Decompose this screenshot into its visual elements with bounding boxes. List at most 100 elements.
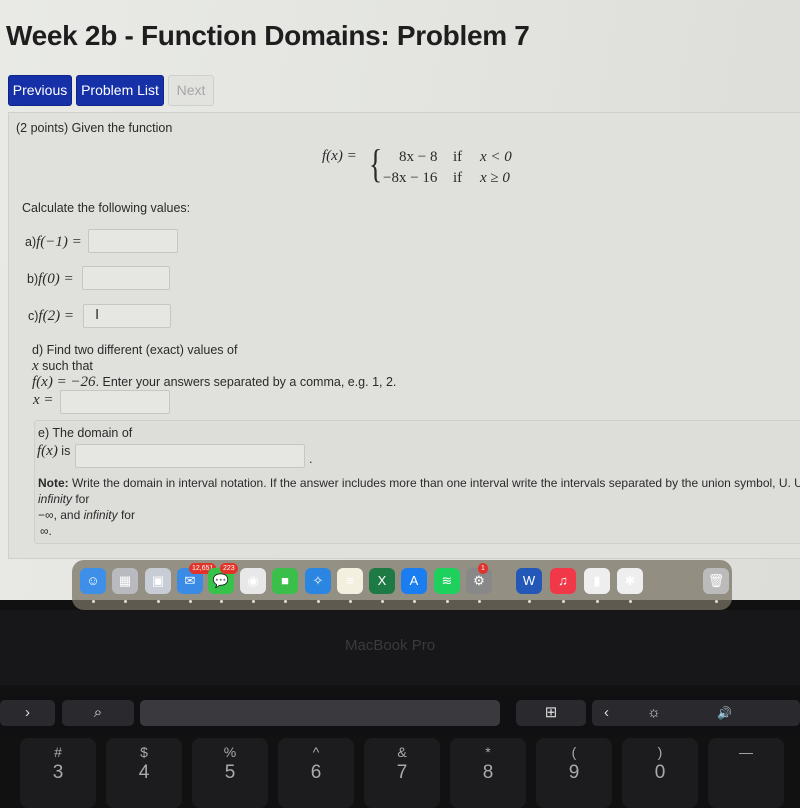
key-6[interactable]: ^ 6 <box>278 738 354 808</box>
dock-app-word[interactable]: W <box>516 568 542 594</box>
next-button[interactable]: Next <box>168 75 214 106</box>
key-0[interactable]: ) 0 <box>622 738 698 808</box>
dock-app-app-store[interactable]: A <box>401 568 427 594</box>
volume-icon[interactable]: 🔊 <box>717 700 732 726</box>
dock-running-indicator <box>446 600 449 603</box>
part-d-line2-text: such that <box>38 359 93 373</box>
touchbar-tab-previews[interactable] <box>140 700 500 726</box>
key-bottom-label: 3 <box>52 762 64 783</box>
dock-badge-system-preferences: 1 <box>478 563 488 574</box>
browser-page: Week 2b - Function Domains: Problem 7 Pr… <box>0 0 800 600</box>
dock-running-indicator <box>381 600 384 603</box>
part-b-math: f(0) = <box>38 271 74 287</box>
dock-app-trash[interactable]: 🗑 <box>703 568 729 594</box>
problem-intro: (2 points) Given the function <box>16 121 173 135</box>
note-line2: infinity for <box>38 492 89 506</box>
dock-app-notes[interactable]: ≡ <box>337 568 363 594</box>
part-d-line2: x such that <box>32 358 93 375</box>
dock-app-facetime[interactable]: ■ <box>272 568 298 594</box>
dock-badge-messages: 223 <box>220 563 238 574</box>
part-c-label: c)f(2) = <box>28 308 74 325</box>
part-b-input[interactable] <box>82 266 170 290</box>
case-2-expr: −8x − 16 <box>383 170 438 186</box>
key-bottom-label: 4 <box>138 762 150 783</box>
dock-running-indicator <box>562 600 565 603</box>
calc-prompt: Calculate the following values: <box>22 201 191 215</box>
case-2-if: if <box>453 170 463 186</box>
problem-list-button[interactable]: Problem List <box>76 75 164 106</box>
key-top-label: ( <box>571 744 577 760</box>
case-1-expr: 8x − 8 <box>399 149 438 165</box>
dock-running-indicator <box>596 600 599 603</box>
key-bottom-label: 8 <box>482 762 494 783</box>
laptop-brand: MacBook Pro <box>345 637 436 654</box>
part-c-prefix: c) <box>28 309 39 323</box>
key-7[interactable]: & 7 <box>364 738 440 808</box>
key-bottom-label: 5 <box>224 762 236 783</box>
part-d-label: x = <box>33 392 54 408</box>
part-c-input[interactable]: I <box>83 304 171 328</box>
collapse-icon[interactable]: ‹ <box>604 700 609 726</box>
key-4[interactable]: $4 <box>106 738 182 808</box>
key-bottom-label: 7 <box>396 762 408 783</box>
part-d-instruction: . Enter your answers separated by a comm… <box>95 375 397 389</box>
touchbar-search-button[interactable]: ⌕ <box>62 700 134 726</box>
part-a-prefix: a) <box>25 235 37 249</box>
touchbar-new-tab-button[interactable]: ⊞ <box>516 700 586 726</box>
dock-running-indicator <box>157 600 160 603</box>
key-bottom-label: 0 <box>654 762 666 783</box>
key-minus[interactable]: — <box>708 738 784 808</box>
dock-running-indicator <box>349 600 352 603</box>
part-e-line1: e) The domain of <box>38 426 133 440</box>
dock-running-indicator <box>252 600 255 603</box>
dock-app-safari[interactable]: ✧ <box>305 568 331 594</box>
key-8[interactable]: * 8 <box>450 738 526 808</box>
dock-app-preview[interactable]: ▣ <box>145 568 171 594</box>
neg-infinity-symbol: −∞ <box>38 508 54 522</box>
dock-app-finder[interactable]: ☺ <box>80 568 106 594</box>
part-d-line1: d) Find two different (exact) values of <box>32 343 238 357</box>
note-and: , and <box>53 508 84 522</box>
key-top-label: ^ <box>312 744 320 760</box>
part-a-label: a)f(−1) = <box>25 234 82 251</box>
dock-running-indicator <box>413 600 416 603</box>
note-for-2: for <box>117 508 135 522</box>
key-5[interactable]: % 5 <box>192 738 268 808</box>
part-e-label: f(x) is <box>37 443 70 460</box>
key-9[interactable]: (9 <box>536 738 612 808</box>
part-d-input[interactable] <box>60 390 170 414</box>
case-1-if: if <box>453 149 463 165</box>
note-line1: Note: Write the domain in interval notat… <box>38 476 800 490</box>
touchbar-expand-button[interactable]: › <box>0 700 55 726</box>
part-a-math: f(−1) = <box>36 234 82 250</box>
dock-app-music[interactable]: ♫ <box>550 568 576 594</box>
case-1-cond: x < 0 <box>480 149 512 165</box>
dock-running-indicator <box>317 600 320 603</box>
dock-running-indicator <box>478 600 481 603</box>
dock-app-excel[interactable]: X <box>369 568 395 594</box>
note-label: Note: <box>38 476 69 490</box>
key-top-label: # <box>54 744 62 760</box>
dock-running-indicator <box>629 600 632 603</box>
dock-app-chrome[interactable]: ◉ <box>240 568 266 594</box>
dock-running-indicator <box>189 600 192 603</box>
dock-app-spotify[interactable]: ≋ <box>434 568 460 594</box>
key-bottom-label: 6 <box>310 762 322 783</box>
part-e-is: is <box>57 444 71 458</box>
part-a-input[interactable] <box>88 229 178 253</box>
brightness-icon[interactable]: ☼ <box>647 700 661 726</box>
dock-app-launchpad[interactable]: ▦ <box>112 568 138 594</box>
pos-infinity-symbol: ∞. <box>40 524 52 538</box>
case-2-cond: x ≥ 0 <box>480 170 510 186</box>
key-top-label: % <box>223 744 237 760</box>
domain-input[interactable] <box>75 444 305 468</box>
key-3[interactable]: #3 <box>20 738 96 808</box>
part-d-equation: f(x) = −26 <box>32 374 96 390</box>
dock-app-slack[interactable]: ✱ <box>617 568 643 594</box>
dock-app-numbers[interactable]: ▮ <box>584 568 610 594</box>
part-e-trailing: . <box>309 452 313 466</box>
previous-button[interactable]: Previous <box>8 75 72 106</box>
key-top-label: * <box>485 744 491 760</box>
dock-running-indicator <box>528 600 531 603</box>
text-cursor-icon: I <box>95 306 100 323</box>
